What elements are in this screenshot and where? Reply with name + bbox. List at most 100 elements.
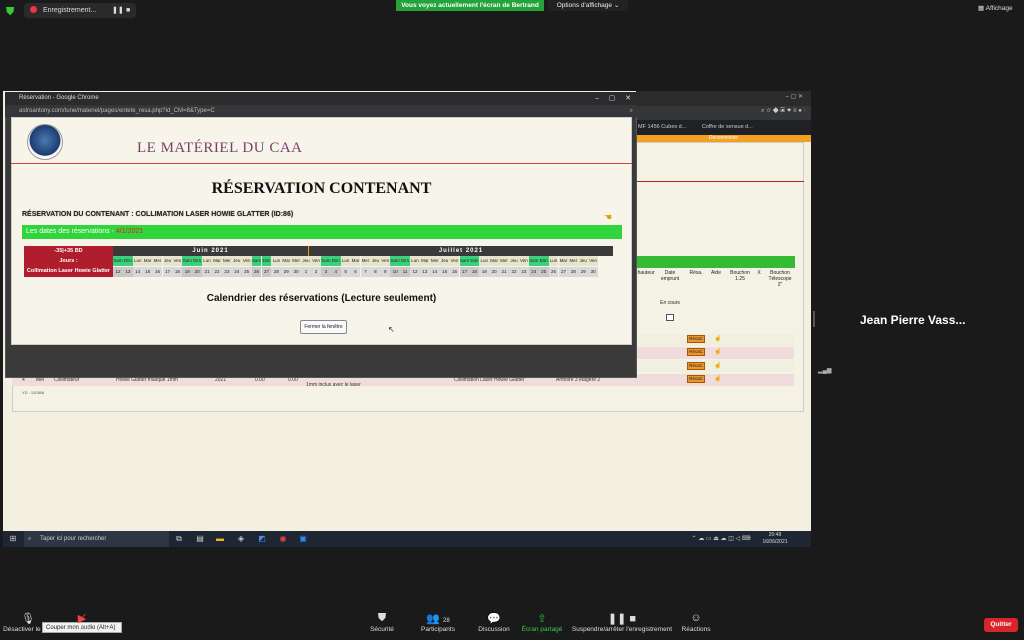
recap-button[interactable]: RécaC (687, 335, 705, 343)
dates-value[interactable]: 4/1/2021 (116, 228, 143, 235)
calendar-day-number[interactable]: 16 (449, 267, 460, 277)
recap-button[interactable]: RécaC (687, 375, 705, 383)
calendar-day-number[interactable]: 29 (578, 267, 589, 277)
zoom-icon[interactable]: ⌕ (630, 105, 633, 117)
calendar-day-number[interactable]: 27 (558, 267, 569, 277)
system-tray-icons[interactable]: ⌃ ☁ ▭ ⏏ ☁ ◫ ◁ ⌨ (686, 534, 756, 544)
taskbar-search[interactable]: ⌕ Taper ici pour rechercher (24, 531, 169, 547)
calendar-day-number[interactable]: 7 (360, 267, 371, 277)
calendar-day-number[interactable]: 23 (518, 267, 529, 277)
calendar-day-number[interactable]: 21 (202, 267, 212, 277)
minimize-icon[interactable]: – (595, 95, 599, 102)
calendar-day-number[interactable]: 21 (499, 267, 509, 277)
calendar-day-number[interactable]: 23 (221, 267, 232, 277)
calendar-day-number[interactable]: 24 (528, 267, 539, 277)
maximize-icon[interactable]: ▢ (609, 95, 616, 102)
popup-address-bar[interactable]: astroantony.com/tune/materiel/pages/ente… (5, 105, 637, 117)
close-window-button[interactable]: Fermer la fenêtre (300, 320, 347, 334)
calendar-day-name: Ven (172, 256, 183, 266)
calendar-day-number[interactable]: 14 (429, 267, 440, 277)
calendar-day-number[interactable]: 13 (122, 267, 133, 277)
calendar-day-number[interactable]: 12 (410, 267, 420, 277)
calendar-note: Calendrier des réservations (Lecture seu… (206, 293, 437, 304)
taskbar-clock[interactable]: 20:48 16/06/2021 (758, 532, 792, 546)
calendar-day-number[interactable]: 26 (251, 267, 262, 277)
share-label: Écran partagé (521, 626, 563, 633)
calendar-day-number[interactable]: 19 (479, 267, 490, 277)
outlook-icon[interactable]: ◩ (257, 534, 267, 544)
calendar-day-number[interactable]: 19 (182, 267, 193, 277)
close-icon[interactable]: ✕ (625, 95, 631, 102)
task-view-icon[interactable]: ⧉ (174, 534, 184, 544)
calendar-day-number[interactable]: 25 (538, 267, 549, 277)
sub-heading: RÉSERVATION DU CONTENANT : COLLIMATION L… (22, 211, 294, 218)
calendar-day-number[interactable]: 10 (390, 267, 401, 277)
calendar-day-number[interactable]: 14 (132, 267, 143, 277)
calendar-day-number[interactable]: 20 (192, 267, 203, 277)
month-july: Juillet 2021 (308, 246, 613, 256)
calendar-day-number[interactable]: 15 (142, 267, 153, 277)
calendar-day-number[interactable]: 30 (291, 267, 302, 277)
calendar-day-name: Jeu (578, 256, 589, 266)
calendar-day-number[interactable]: 26 (548, 267, 559, 277)
calendar-day-number[interactable]: 16 (152, 267, 163, 277)
logout-banner[interactable]: Déconnexion (636, 135, 811, 142)
hand-point-icon[interactable]: ☚ (604, 212, 612, 223)
calendar-day-number[interactable]: 22 (212, 267, 222, 277)
calendar-day-number[interactable]: 17 (459, 267, 470, 277)
calendar-day-number[interactable]: 3 (320, 267, 331, 277)
calendar-day-number[interactable]: 25 (241, 267, 252, 277)
bookmark-1[interactable]: MF 1456 Cubes d... (638, 124, 686, 130)
calendar-day-number[interactable]: 4 (330, 267, 341, 277)
panel-divider[interactable] (813, 311, 815, 327)
calendar-day-number[interactable]: 24 (231, 267, 242, 277)
recap-button[interactable]: RécaC (687, 348, 705, 356)
calendar-day-number[interactable]: 29 (281, 267, 292, 277)
hand-icon[interactable]: ☝ (714, 335, 721, 342)
store-icon[interactable]: ▤ (195, 534, 205, 544)
calendar-day-name: Ven (311, 256, 321, 266)
calendar-day-number[interactable]: 2 (311, 267, 321, 277)
calendar-day-number[interactable]: 20 (489, 267, 500, 277)
bookmarks-bar: MF 1456 Cubes d... Coffre de sensue d... (636, 120, 811, 135)
affichage-button[interactable]: ▦ Affichage (978, 4, 1020, 16)
calendar-day-number[interactable]: 15 (439, 267, 450, 277)
dates-label: Les dates des réservations - (26, 228, 114, 235)
calendar-day-number[interactable]: 5 (340, 267, 351, 277)
calendar-day-number[interactable]: 22 (509, 267, 519, 277)
calendar-day-number[interactable]: 1 (301, 267, 311, 277)
folder-icon[interactable]: ▬ (215, 534, 225, 544)
calendar-day-number[interactable]: 9 (380, 267, 391, 277)
calendar-day-number[interactable]: 17 (162, 267, 173, 277)
hand-icon[interactable]: ☝ (714, 348, 721, 355)
windows-start-icon[interactable]: ⊞ (8, 534, 18, 544)
chrome-icon[interactable]: ◉ (278, 534, 288, 544)
bookmark-2[interactable]: Coffre de sensue d... (702, 124, 753, 130)
en-cours-checkbox[interactable] (666, 314, 674, 321)
calendar-day-number[interactable]: 28 (568, 267, 579, 277)
app-icon[interactable]: ◈ (236, 534, 246, 544)
video-button[interactable]: ▶̸ Vidéo (46, 612, 118, 633)
view-options-button[interactable]: Options d'affichage ⌄ (548, 0, 628, 11)
calendar-day-number[interactable]: 30 (588, 267, 599, 277)
reactions-button[interactable]: ☺ Réactions (660, 612, 732, 633)
calendar-day-number[interactable]: 13 (419, 267, 430, 277)
calendar-day-number[interactable]: 18 (172, 267, 183, 277)
pause-recording-icon[interactable]: ❚❚ (112, 3, 124, 18)
calendar-day-number[interactable]: 8 (370, 267, 381, 277)
hand-icon[interactable]: ☝ (714, 375, 721, 382)
calendar-day-number[interactable]: 11 (400, 267, 410, 277)
calendar-day-number[interactable]: 27 (261, 267, 272, 277)
calendar-day-number[interactable]: 6 (350, 267, 361, 277)
zoom-app-icon[interactable]: ▣ (298, 534, 308, 544)
recording-indicator[interactable]: Enregistrement... ❚❚ ■ (24, 3, 136, 18)
calendar-day-number[interactable]: 18 (469, 267, 480, 277)
hand-icon[interactable]: ☝ (714, 362, 721, 369)
quit-button[interactable]: Quitter (984, 618, 1018, 632)
stop-recording-icon[interactable]: ■ (126, 3, 130, 18)
calendar-day-number[interactable]: 12 (113, 267, 123, 277)
calendar-day-name: Dim (469, 256, 480, 266)
calendar-day-number[interactable]: 28 (271, 267, 282, 277)
recap-button[interactable]: RécaC (687, 362, 705, 370)
calendar-day-name: Mer (291, 256, 302, 266)
